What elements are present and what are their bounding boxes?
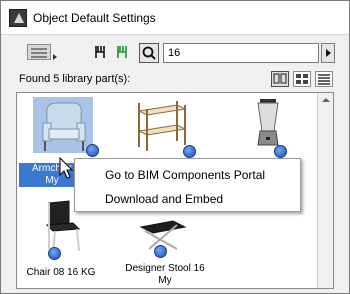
chair-black-icon[interactable] bbox=[93, 45, 107, 59]
bim-components-badge-icon bbox=[154, 245, 167, 258]
small-icons-view-button[interactable] bbox=[293, 71, 311, 87]
bim-components-badge-icon bbox=[274, 145, 287, 158]
list-icon bbox=[318, 74, 330, 85]
object-default-settings-window: Object Default Settings Found 5 library … bbox=[0, 0, 350, 294]
context-menu: Go to BIM Components Portal Download and… bbox=[74, 158, 301, 212]
search-input[interactable] bbox=[163, 43, 319, 63]
bim-components-badge-icon bbox=[183, 145, 196, 158]
archicad-app-icon bbox=[9, 9, 27, 27]
search-button[interactable] bbox=[139, 43, 159, 63]
list-view-button[interactable] bbox=[315, 71, 333, 87]
window-title: Object Default Settings bbox=[33, 11, 156, 25]
small-icons-icon bbox=[296, 74, 308, 84]
item-label: Designer Stool 16 My bbox=[117, 263, 213, 287]
toolbar bbox=[1, 41, 349, 65]
vertical-scrollbar[interactable] bbox=[317, 93, 333, 288]
scroll-up-arrow-icon[interactable] bbox=[322, 98, 330, 102]
large-icons-icon bbox=[273, 73, 287, 84]
large-icons-view-button[interactable] bbox=[271, 71, 289, 87]
title-bar: Object Default Settings bbox=[1, 1, 349, 35]
bim-components-badge-icon bbox=[48, 247, 61, 260]
menu-item-go-to-bim-components-portal[interactable]: Go to BIM Components Portal bbox=[105, 168, 265, 182]
search-icon bbox=[142, 46, 156, 60]
menu-item-download-and-embed[interactable]: Download and Embed bbox=[105, 192, 223, 206]
bunk-bed-thumbnail bbox=[137, 101, 187, 151]
bim-components-badge-icon bbox=[86, 144, 99, 157]
blender-thumbnail bbox=[257, 99, 279, 146]
item-label: Chair 08 16 KG bbox=[17, 267, 109, 279]
dropdown-arrow-icon[interactable] bbox=[53, 54, 57, 60]
item-label-line2: My bbox=[158, 275, 172, 286]
found-count-label: Found 5 library part(s): bbox=[19, 73, 131, 85]
item-label-line1: Chair 08 16 KG bbox=[26, 267, 96, 278]
go-arrow-icon[interactable] bbox=[321, 43, 335, 63]
item-label-line1: Designer Stool 16 bbox=[125, 263, 205, 274]
armchair-thumbnail bbox=[33, 97, 93, 153]
mouse-pointer-icon bbox=[59, 157, 74, 179]
view-mode-icon[interactable] bbox=[27, 44, 51, 60]
chair-green-icon[interactable] bbox=[115, 45, 129, 59]
